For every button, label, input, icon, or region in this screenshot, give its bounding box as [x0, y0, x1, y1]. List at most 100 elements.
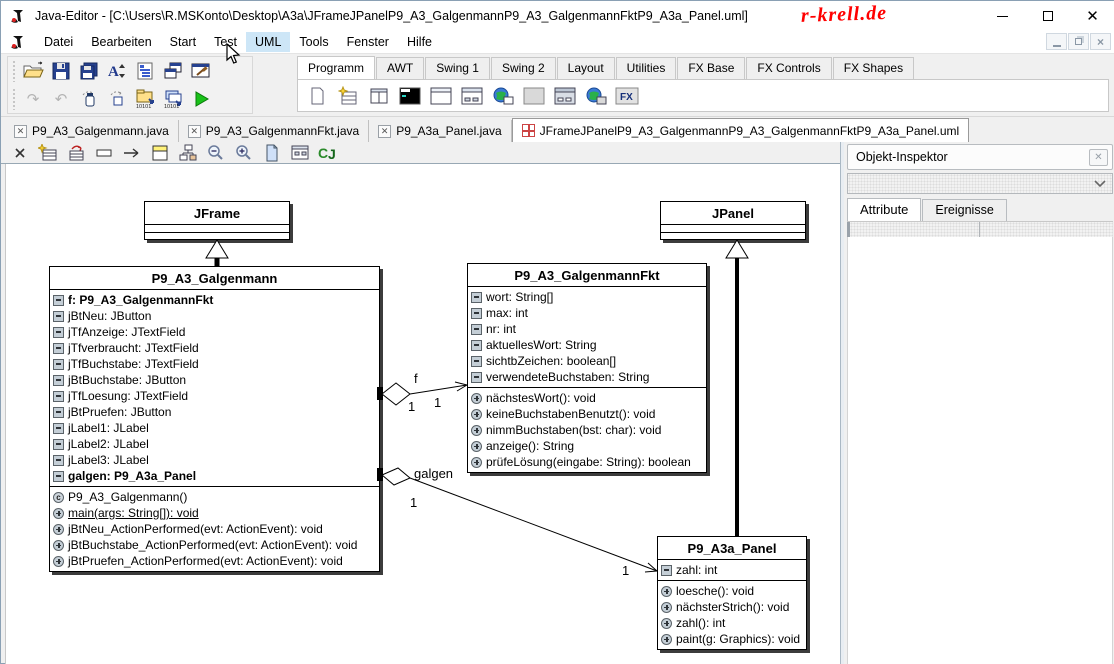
- class-method[interactable]: jBtPruefen_ActionPerformed(evt: ActionEv…: [50, 553, 379, 569]
- file-tab-panel[interactable]: ✕ P9_A3a_Panel.java: [369, 120, 511, 142]
- dialog2-button[interactable]: [552, 84, 578, 108]
- class-method[interactable]: loesche(): void: [658, 583, 806, 599]
- zoom-out-button[interactable]: [205, 143, 227, 162]
- class-attribute[interactable]: jTfBuchstabe: JTextField: [50, 356, 379, 372]
- menu-uml[interactable]: UML: [246, 32, 290, 52]
- uml-close-button[interactable]: [9, 143, 31, 162]
- applet2-button[interactable]: [583, 84, 609, 108]
- class-method[interactable]: jBtNeu_ActionPerformed(evt: ActionEvent)…: [50, 521, 379, 537]
- tab-close-icon[interactable]: ✕: [188, 125, 201, 138]
- class-method[interactable]: anzeige(): String: [468, 438, 706, 454]
- uml-new-class-button[interactable]: [37, 143, 59, 162]
- class-method[interactable]: nächstesWort(): void: [468, 390, 706, 406]
- uml-association-button[interactable]: [121, 143, 143, 162]
- minimize-button[interactable]: [980, 1, 1025, 31]
- api-browser-button[interactable]: [187, 58, 215, 84]
- undo-button[interactable]: ↶: [47, 86, 75, 112]
- class-attribute[interactable]: jBtPruefen: JButton: [50, 404, 379, 420]
- tab-close-icon[interactable]: ✕: [14, 125, 27, 138]
- uml-hierarchy-button[interactable]: [177, 143, 199, 162]
- toolbar-grip[interactable]: [12, 60, 17, 82]
- class-method[interactable]: paint(g: Graphics): void: [658, 631, 806, 647]
- uml-new-diagram-button[interactable]: [261, 143, 283, 162]
- menu-hilfe[interactable]: Hilfe: [398, 32, 441, 52]
- font-size-button[interactable]: A: [103, 58, 131, 84]
- palette-tab-swing2[interactable]: Swing 2: [491, 57, 556, 79]
- file-tab-galgenmannfkt[interactable]: ✕ P9_A3_GalgenmannFkt.java: [179, 120, 369, 142]
- tab-attribute[interactable]: Attribute: [847, 198, 921, 221]
- uml-open-class-button[interactable]: [65, 143, 87, 162]
- class-attribute[interactable]: galgen: P9_A3a_Panel: [50, 468, 379, 484]
- palette-tab-swing1[interactable]: Swing 1: [425, 57, 490, 79]
- class-attribute[interactable]: jTfAnzeige: JTextField: [50, 324, 379, 340]
- tab-close-icon[interactable]: ✕: [378, 125, 391, 138]
- palette-tab-fxshapes[interactable]: FX Shapes: [833, 57, 914, 79]
- uml-sequence-button[interactable]: [289, 143, 311, 162]
- menu-bearbeiten[interactable]: Bearbeiten: [82, 32, 160, 52]
- redo-button[interactable]: ↷: [19, 86, 47, 112]
- uml-class-jframe[interactable]: JFrame: [144, 201, 290, 240]
- compile-button[interactable]: 10101: [131, 86, 159, 112]
- zoom-in-button[interactable]: [233, 143, 255, 162]
- class-attribute[interactable]: jBtBuchstabe: JButton: [50, 372, 379, 388]
- uml-class-galgenmann[interactable]: P9_A3_Galgenmann f: P9_A3_GalgenmannFktj…: [49, 266, 380, 572]
- class-method[interactable]: P9_A3_Galgenmann(): [50, 489, 379, 505]
- uml-class-panel[interactable]: P9_A3a_Panel zahl: int loesche(): voidnä…: [657, 536, 807, 650]
- uml-new-object-button[interactable]: [149, 143, 171, 162]
- class-attribute[interactable]: wort: String[]: [468, 289, 706, 305]
- maximize-button[interactable]: [1025, 1, 1070, 31]
- save-button[interactable]: [47, 58, 75, 84]
- class-method[interactable]: zahl(): int: [658, 615, 806, 631]
- class-attribute[interactable]: aktuellesWort: String: [468, 337, 706, 353]
- jar-button[interactable]: [75, 86, 103, 112]
- class-method[interactable]: keineBuchstabenBenutzt(): void: [468, 406, 706, 422]
- tab-ereignisse[interactable]: Ereignisse: [922, 199, 1006, 221]
- fx-application-button[interactable]: FX: [614, 84, 640, 108]
- menu-start[interactable]: Start: [161, 32, 205, 52]
- class-method[interactable]: prüfeLösung(eingabe: String): boolean: [468, 454, 706, 470]
- panel-button[interactable]: [521, 84, 547, 108]
- class-method[interactable]: main(args: String[]): void: [50, 505, 379, 521]
- console-button[interactable]: [397, 84, 423, 108]
- class-attribute[interactable]: jLabel2: JLabel: [50, 436, 379, 452]
- splitpane-button[interactable]: [366, 84, 392, 108]
- menu-datei[interactable]: Datei: [35, 32, 82, 52]
- close-button[interactable]: ✕: [1070, 1, 1114, 31]
- file-tab-uml-active[interactable]: JFrameJPanelP9_A3_GalgenmannP9_A3_Galgen…: [512, 118, 970, 142]
- class-attribute[interactable]: max: int: [468, 305, 706, 321]
- class-attribute[interactable]: sichtbZeichen: boolean[]: [468, 353, 706, 369]
- mdi-close-button[interactable]: ×: [1090, 33, 1111, 50]
- class-attribute[interactable]: f: P9_A3_GalgenmannFkt: [50, 292, 379, 308]
- uml-diagram-canvas[interactable]: JFrame JPanel P9_A3_Galgenmann f: P9_A3_…: [5, 164, 840, 664]
- compile-all-button[interactable]: 10101: [159, 86, 187, 112]
- toolbar-grip[interactable]: [12, 88, 17, 110]
- class-attribute[interactable]: jTfLoesung: JTextField: [50, 388, 379, 404]
- class-attribute[interactable]: zahl: int: [658, 562, 806, 578]
- palette-tab-awt[interactable]: AWT: [376, 57, 424, 79]
- jar-options-button[interactable]: [103, 86, 131, 112]
- uml-comment-button[interactable]: [93, 143, 115, 162]
- mdi-restore-button[interactable]: [1068, 33, 1089, 50]
- palette-tab-programm[interactable]: Programm: [297, 56, 375, 79]
- save-all-button[interactable]: [75, 58, 103, 84]
- run-button[interactable]: [187, 86, 215, 112]
- inspector-close-icon[interactable]: ✕: [1089, 149, 1108, 166]
- file-tab-galgenmann[interactable]: ✕ P9_A3_Galgenmann.java: [5, 120, 179, 142]
- class-method[interactable]: jBtBuchstabe_ActionPerformed(evt: Action…: [50, 537, 379, 553]
- new-form-button[interactable]: [335, 84, 361, 108]
- class-attribute[interactable]: jTfverbraucht: JTextField: [50, 340, 379, 356]
- class-attribute[interactable]: jLabel3: JLabel: [50, 452, 379, 468]
- cascade-windows-button[interactable]: [159, 58, 187, 84]
- applet-button[interactable]: [490, 84, 516, 108]
- palette-tab-fxbase[interactable]: FX Base: [677, 57, 745, 79]
- frame-button[interactable]: [428, 84, 454, 108]
- class-attribute[interactable]: jBtNeu: JButton: [50, 308, 379, 324]
- class-attribute[interactable]: verwendeteBuchstaben: String: [468, 369, 706, 385]
- inspector-title-bar[interactable]: Objekt-Inspektor ✕: [847, 144, 1113, 170]
- uml-class-galgenmannfkt[interactable]: P9_A3_GalgenmannFkt wort: String[]max: i…: [467, 263, 707, 473]
- palette-tab-fxcontrols[interactable]: FX Controls: [746, 57, 831, 79]
- palette-tab-utilities[interactable]: Utilities: [616, 57, 677, 79]
- mdi-minimize-button[interactable]: [1046, 33, 1067, 50]
- menu-tools[interactable]: Tools: [290, 32, 337, 52]
- class-attribute[interactable]: jLabel1: JLabel: [50, 420, 379, 436]
